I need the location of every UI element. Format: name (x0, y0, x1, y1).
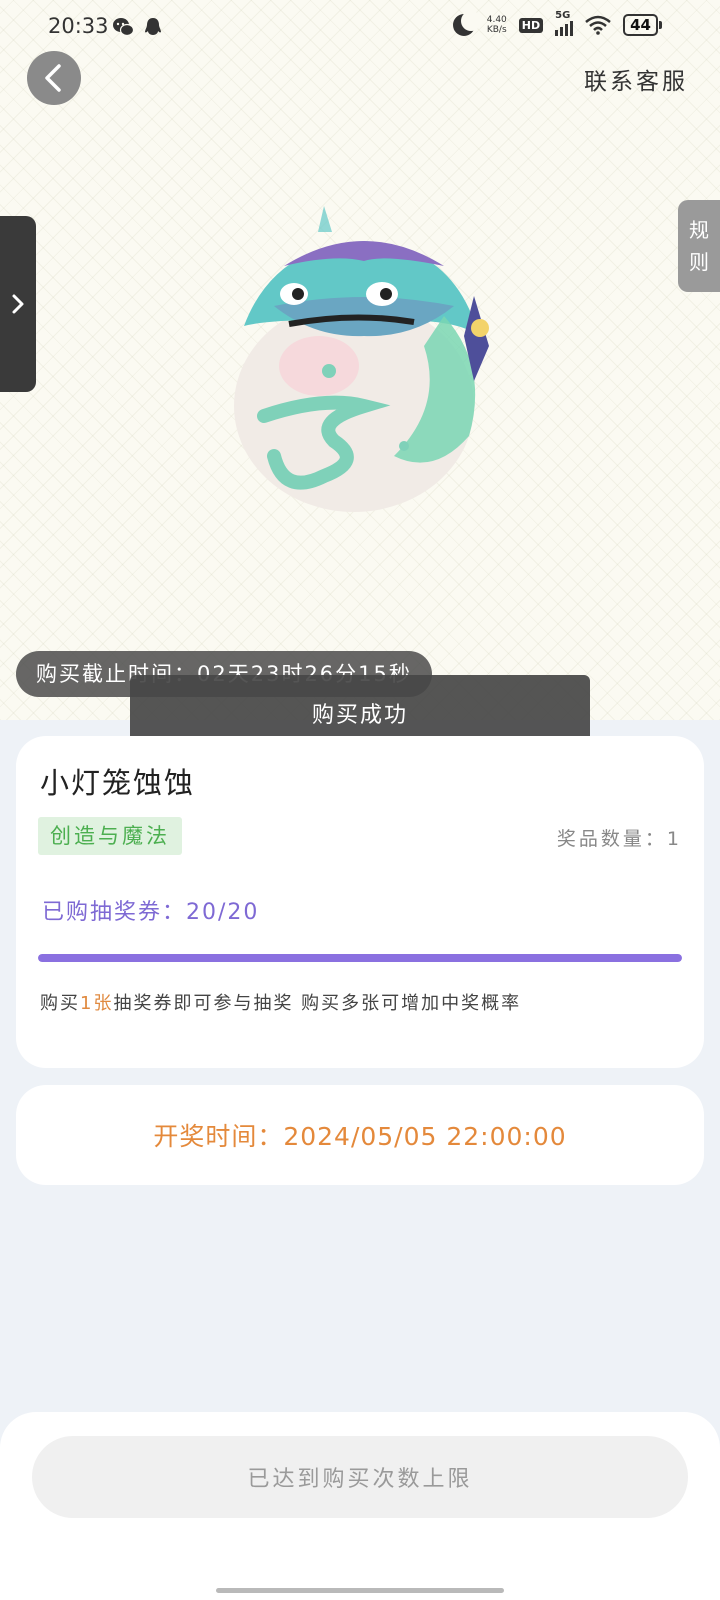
chevron-left-icon (45, 64, 61, 92)
hd-badge: HD (518, 17, 544, 33)
rules-label-2: 则 (689, 250, 709, 274)
status-indicators: 4.40 KB/s HD 5G 44 (452, 10, 662, 36)
ticket-count-highlight: 1张 (80, 993, 114, 1014)
home-indicator[interactable] (216, 1588, 504, 1593)
prize-info-card: 小灯笼蚀蚀 创造与魔法 奖品数量：1 已购抽奖券：20/20 购买1张抽奖券即可… (16, 736, 704, 1068)
purchase-progress-fill (38, 954, 682, 962)
contact-support-link[interactable]: 联系客服 (584, 62, 688, 96)
bottom-action-panel: 已达到购买次数上限 (0, 1412, 720, 1600)
net-speed: 4.40 KB/s (486, 15, 507, 35)
do-not-disturb-icon (452, 11, 481, 36)
signal-icon: 5G (555, 10, 574, 36)
prize-name: 小灯笼蚀蚀 (40, 766, 196, 800)
purchase-limit-button[interactable]: 已达到购买次数上限 (32, 1436, 688, 1518)
wechat-icon (113, 18, 134, 37)
status-time: 20:33 (48, 14, 109, 38)
chevron-right-icon (12, 294, 24, 314)
qq-icon (145, 18, 161, 35)
tickets-purchased: 已购抽奖券：20/20 (42, 900, 260, 925)
purchase-progress-bar (38, 954, 682, 962)
battery-icon: 44 (623, 14, 662, 36)
status-bar: 20:33 4.40 KB/s HD 5G 44 (0, 0, 720, 56)
prize-image (234, 206, 489, 512)
rules-label-1: 规 (689, 218, 709, 242)
game-tag: 创造与魔法 (38, 817, 182, 855)
rules-button[interactable]: 规 则 (678, 200, 720, 292)
prize-hero: 20:33 4.40 KB/s HD 5G 44 联系客服 规 则 (0, 0, 720, 720)
draw-time-card: 开奖时间：2024/05/05 22:00:00 (16, 1085, 704, 1185)
lottery-note: 购买1张抽奖券即可参与抽奖 购买多张可增加中奖概率 (40, 993, 522, 1014)
wifi-icon (585, 15, 611, 35)
network-type: 5G (555, 10, 571, 21)
draw-time: 开奖时间：2024/05/05 22:00:00 (153, 1122, 567, 1151)
back-button[interactable] (27, 51, 81, 105)
side-drawer-toggle[interactable] (0, 216, 36, 392)
prize-quantity: 奖品数量：1 (556, 828, 682, 850)
